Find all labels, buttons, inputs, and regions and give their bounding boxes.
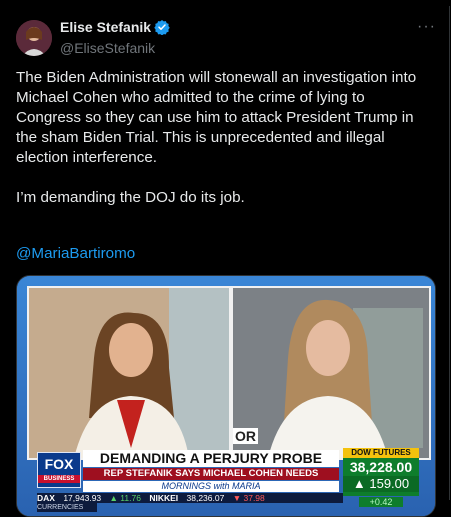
- more-options-icon[interactable]: ···: [417, 18, 436, 36]
- screen-text: OR: [233, 428, 258, 444]
- crawl-name-0: DAX: [37, 493, 55, 503]
- news-ticker: FOX BUSINESS DEMANDING A PERJURY PROBE R…: [17, 446, 435, 516]
- mention-link[interactable]: @MariaBartiromo: [16, 245, 135, 262]
- dow-futures-box: DOW FUTURES 38,228.00 ▲ 159.00: [343, 448, 419, 496]
- tweet-container: Elise Stefanik @EliseStefanik ··· The Bi…: [0, 0, 451, 517]
- author-block: Elise Stefanik @EliseStefanik: [60, 19, 170, 56]
- video-media[interactable]: OR FOX BUSINESS DEMANDING A PERJURY PROB…: [16, 275, 436, 517]
- chyron-headline: DEMANDING A PERJURY PROBE: [83, 450, 339, 467]
- top-edge: [0, 0, 451, 6]
- video-panel-left: [27, 286, 231, 460]
- host-figure: [29, 288, 229, 458]
- dow-value: 38,228.00: [349, 459, 413, 475]
- crawl-change-0: ▲ 11.76: [109, 493, 141, 503]
- show-name: MORNINGS with MARIA: [83, 481, 339, 492]
- display-name-text[interactable]: Elise Stefanik: [60, 19, 151, 35]
- tweet-header: Elise Stefanik @EliseStefanik ···: [16, 18, 436, 58]
- handle[interactable]: @EliseStefanik: [60, 40, 170, 56]
- verified-badge-icon: [154, 20, 170, 35]
- currencies-label: CURRENCIES: [37, 503, 97, 512]
- market-crawl: DAX 17,943.93 ▲ 11.76 NIKKEI 38,236.07 ▼…: [37, 493, 343, 503]
- guest-figure: [233, 288, 429, 458]
- crawl-name-1: NIKKEI: [149, 493, 179, 503]
- network-logo-text: FOX: [44, 456, 74, 472]
- network-logo: FOX BUSINESS: [37, 452, 81, 488]
- dow-label: DOW FUTURES: [343, 448, 419, 458]
- crawl-value-1: 38,236.07: [186, 493, 225, 503]
- network-logo-sub: BUSINESS: [38, 475, 80, 483]
- display-name[interactable]: Elise Stefanik: [60, 19, 170, 35]
- tweet-paragraph-1: The Biden Administration will stonewall …: [16, 69, 417, 166]
- video-panel-right: OR: [231, 286, 431, 460]
- tweet-paragraph-2: I’m demanding the DOJ do its job.: [16, 189, 245, 206]
- tweet-text: The Biden Administration will stonewall …: [16, 68, 428, 208]
- avatar[interactable]: [16, 20, 52, 56]
- crawl-value-0: 17,943.93: [63, 493, 102, 503]
- dow-change: ▲ 159.00: [343, 476, 419, 492]
- dow-percent: +0.42: [359, 497, 403, 507]
- chyron-subhead: REP STEFANIK SAYS MICHAEL COHEN NEEDS IN…: [83, 468, 339, 491]
- crawl-change-1: ▼ 37.98: [232, 493, 265, 503]
